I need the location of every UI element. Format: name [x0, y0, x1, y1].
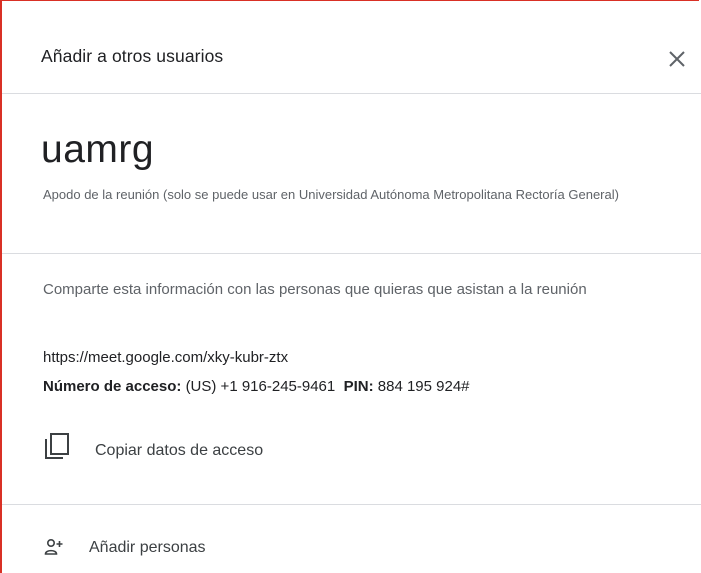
copy-joining-info-button[interactable]: Copiar datos de acceso [38, 432, 358, 468]
dial-in-info: Número de acceso: (US) +1 916-245-9461 P… [43, 378, 470, 395]
meeting-link[interactable]: https://meet.google.com/xky-kubr-ztx [43, 349, 288, 366]
pin-label: PIN: [343, 378, 374, 395]
add-people-button[interactable]: Añadir personas [38, 533, 298, 563]
dialog-title: Añadir a otros usuarios [41, 46, 224, 66]
dialog-header: Añadir a otros usuarios [2, 1, 701, 94]
add-people-label: Añadir personas [89, 539, 206, 556]
pin-value: 884 195 924# [377, 378, 470, 395]
add-people-dialog: Añadir a otros usuarios uamrg Apodo de l… [0, 0, 701, 573]
joining-info-section: Comparte esta información con las person… [2, 254, 701, 505]
close-icon [669, 51, 685, 67]
copy-joining-info-label: Copiar datos de acceso [95, 442, 264, 459]
add-person-icon [44, 538, 63, 555]
share-instructions: Comparte esta información con las person… [43, 281, 587, 298]
access-number: (US) +1 916-245-9461 [185, 378, 336, 395]
meeting-nickname-description: Apodo de la reunión (solo se puede usar … [43, 187, 619, 202]
close-button[interactable] [666, 48, 688, 70]
access-number-label: Número de acceso: [43, 378, 182, 395]
meeting-nickname: uamrg [41, 128, 155, 171]
copy-icon [45, 433, 69, 459]
meeting-nickname-section: uamrg Apodo de la reunión (solo se puede… [2, 94, 701, 254]
